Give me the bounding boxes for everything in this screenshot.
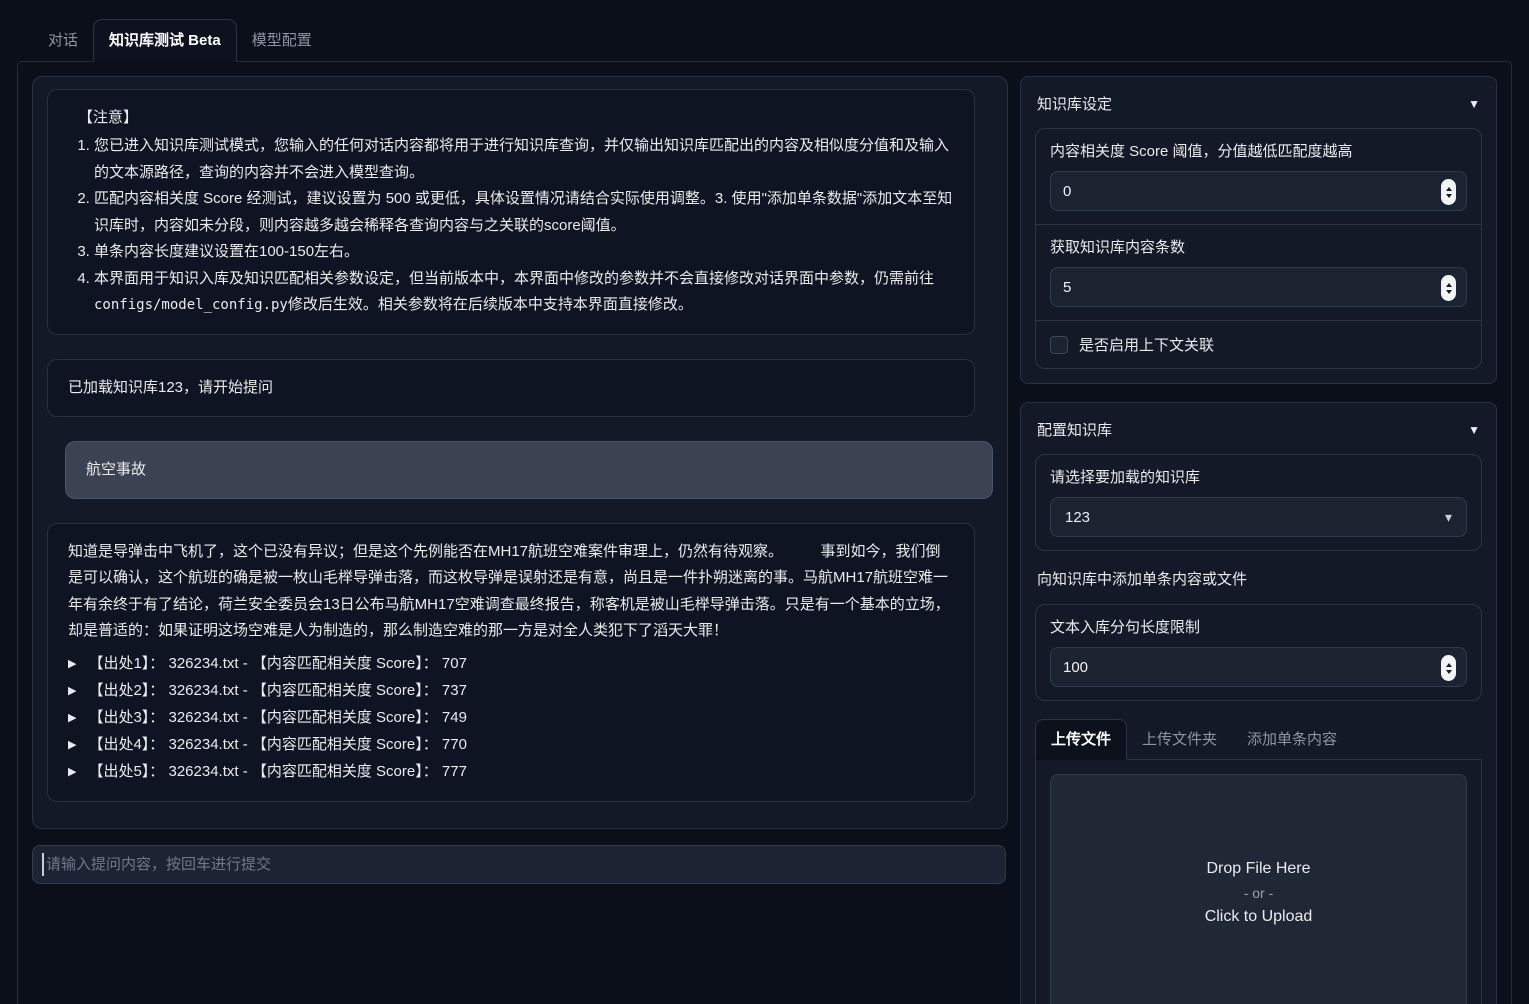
bot-message-notice: 【注意】 您已进入知识库测试模式，您输入的任何对话内容都将用于进行知识库查询，并… xyxy=(47,89,975,335)
tab-add-single-content[interactable]: 添加单条内容 xyxy=(1232,720,1352,759)
kb-config-header[interactable]: 配置知识库 ▼ xyxy=(1035,417,1482,454)
score-threshold-label: 内容相关度 Score 阈值，分值越低匹配度越高 xyxy=(1050,140,1467,161)
caret-down-icon: ▾ xyxy=(1445,509,1452,526)
bot-message-answer: 知道是导弹击中飞机了，这个已没有异议；但是这个先例能否在MH17航班空难案件审理… xyxy=(47,523,975,802)
source-line: 【出处4】： 326234.txt - 【内容匹配相关度 Score】： 770 xyxy=(88,732,466,758)
expand-arrow-icon: ▶ xyxy=(68,678,76,704)
notice-item: 本界面用于知识入库及知识匹配相关参数设定，但当前版本中，本界面中修改的参数并不会… xyxy=(94,266,954,319)
kb-settings-form: 内容相关度 Score 阈值，分值越低匹配度越高 获取知识库内容条数 xyxy=(1035,128,1482,369)
source-item-5[interactable]: ▶ 【出处5】： 326234.txt - 【内容匹配相关度 Score】： 7… xyxy=(68,759,954,786)
notice-item: 匹配内容相关度 Score 经测试，建议设置为 500 或更低，具体设置情况请结… xyxy=(94,186,954,239)
score-threshold-row: 内容相关度 Score 阈值，分值越低匹配度越高 xyxy=(1036,129,1481,224)
bot-message-loaded: 已加载知识库123，请开始提问 xyxy=(47,359,975,417)
topk-input[interactable] xyxy=(1063,279,1432,296)
expand-arrow-icon: ▶ xyxy=(68,759,76,785)
config-file-path: configs/model_config.py xyxy=(94,297,288,313)
chevron-down-icon: ▼ xyxy=(1468,423,1480,437)
source-item-4[interactable]: ▶ 【出处4】： 326234.txt - 【内容匹配相关度 Score】： 7… xyxy=(68,732,954,759)
topk-input-box xyxy=(1050,267,1467,307)
chatbot[interactable]: 【注意】 您已进入知识库测试模式，您输入的任何对话内容都将用于进行知识库查询，并… xyxy=(32,76,1008,829)
source-line: 【出处3】： 326234.txt - 【内容匹配相关度 Score】： 749 xyxy=(88,705,466,731)
tab-dialog[interactable]: 对话 xyxy=(33,20,93,61)
settings-column: 知识库设定 ▼ 内容相关度 Score 阈值，分值越低匹配度越高 获取知识库内容… xyxy=(1020,76,1497,999)
number-spinner-icon[interactable] xyxy=(1441,275,1456,301)
tab-model-config[interactable]: 模型配置 xyxy=(237,20,327,61)
tab-panel: 【注意】 您已进入知识库测试模式，您输入的任何对话内容都将用于进行知识库查询，并… xyxy=(17,61,1512,1004)
source-line: 【出处5】： 326234.txt - 【内容匹配相关度 Score】： 777 xyxy=(88,759,466,785)
notice-item: 单条内容长度建议设置在100-150左右。 xyxy=(94,239,954,266)
chevron-down-icon: ▼ xyxy=(1468,97,1480,111)
kb-settings-title: 知识库设定 xyxy=(1037,93,1112,114)
kb-config-title: 配置知识库 xyxy=(1037,419,1112,440)
kb-select-value: 123 xyxy=(1065,509,1090,526)
topk-label: 获取知识库内容条数 xyxy=(1050,236,1467,257)
expand-arrow-icon: ▶ xyxy=(68,732,76,758)
notice-item: 您已进入知识库测试模式，您输入的任何对话内容都将用于进行知识库查询，并仅输出知识… xyxy=(94,133,954,186)
add-content-label: 向知识库中添加单条内容或文件 xyxy=(1037,568,1480,589)
context-link-checkbox[interactable] xyxy=(1050,336,1068,354)
dropzone-click: Click to Upload xyxy=(1205,908,1313,926)
kb-settings-accordion: 知识库设定 ▼ 内容相关度 Score 阈值，分值越低匹配度越高 获取知识库内容… xyxy=(1020,76,1497,384)
notice-title: 【注意】 xyxy=(68,105,954,131)
source-line: 【出处2】： 326234.txt - 【内容匹配相关度 Score】： 737 xyxy=(88,678,466,704)
app-root: 对话 知识库测试 Beta 模型配置 【注意】 您已进入知识库测试模式，您输入的… xyxy=(0,0,1529,1004)
upload-tab-bar: 上传文件 上传文件夹 添加单条内容 xyxy=(1035,719,1482,760)
kb-select-dropdown[interactable]: 123 ▾ xyxy=(1050,497,1467,537)
tab-upload-folder[interactable]: 上传文件夹 xyxy=(1127,720,1232,759)
context-link-row: 是否启用上下文关联 xyxy=(1036,320,1481,368)
dropzone-or: - or - xyxy=(1244,885,1274,901)
expand-arrow-icon: ▶ xyxy=(68,651,76,677)
sentence-size-input-box xyxy=(1050,647,1467,687)
chat-column: 【注意】 您已进入知识库测试模式，您输入的任何对话内容都将用于进行知识库查询，并… xyxy=(32,76,1008,999)
query-input-wrap xyxy=(32,845,1008,884)
query-input[interactable] xyxy=(32,845,1006,884)
file-dropzone[interactable]: Drop File Here - or - Click to Upload xyxy=(1050,774,1467,1004)
tab-kb-test[interactable]: 知识库测试 Beta xyxy=(93,19,237,62)
dropzone-title: Drop File Here xyxy=(1206,860,1310,878)
sentence-size-input[interactable] xyxy=(1063,659,1432,676)
topk-row: 获取知识库内容条数 xyxy=(1036,224,1481,320)
score-threshold-input[interactable] xyxy=(1063,183,1432,200)
source-item-2[interactable]: ▶ 【出处2】： 326234.txt - 【内容匹配相关度 Score】： 7… xyxy=(68,678,954,705)
sentence-size-label: 文本入库分句长度限制 xyxy=(1050,616,1467,637)
kb-config-accordion: 配置知识库 ▼ 请选择要加载的知识库 123 ▾ 向知识库中添加单条内容或文件 xyxy=(1020,402,1497,1004)
context-link-label: 是否启用上下文关联 xyxy=(1079,334,1214,355)
tab-upload-file[interactable]: 上传文件 xyxy=(1035,719,1127,760)
source-line: 【出处1】： 326234.txt - 【内容匹配相关度 Score】： 707 xyxy=(88,651,466,677)
number-spinner-icon[interactable] xyxy=(1441,179,1456,205)
sentence-size-row: 文本入库分句长度限制 xyxy=(1036,605,1481,700)
source-item-3[interactable]: ▶ 【出处3】： 326234.txt - 【内容匹配相关度 Score】： 7… xyxy=(68,705,954,732)
user-message: 航空事故 xyxy=(65,441,993,499)
kb-settings-header[interactable]: 知识库设定 ▼ xyxy=(1035,91,1482,128)
expand-arrow-icon: ▶ xyxy=(68,705,76,731)
top-tab-bar: 对话 知识库测试 Beta 模型配置 xyxy=(17,17,1512,61)
notice-list: 您已进入知识库测试模式，您输入的任何对话内容都将用于进行知识库查询，并仅输出知识… xyxy=(68,133,954,319)
source-item-1[interactable]: ▶ 【出处1】： 326234.txt - 【内容匹配相关度 Score】： 7… xyxy=(68,651,954,678)
kb-select-label: 请选择要加载的知识库 xyxy=(1050,466,1467,487)
sentence-size-form: 文本入库分句长度限制 xyxy=(1035,604,1482,701)
text-cursor xyxy=(42,853,44,876)
kb-select-form: 请选择要加载的知识库 123 ▾ xyxy=(1035,454,1482,551)
kb-select-row: 请选择要加载的知识库 123 ▾ xyxy=(1036,455,1481,550)
score-threshold-input-box xyxy=(1050,171,1467,211)
number-spinner-icon[interactable] xyxy=(1441,655,1456,681)
upload-tab-panel: Drop File Here - or - Click to Upload 上传… xyxy=(1035,760,1482,1004)
answer-text: 知道是导弹击中飞机了，这个已没有异议；但是这个先例能否在MH17航班空难案件审理… xyxy=(68,539,954,645)
